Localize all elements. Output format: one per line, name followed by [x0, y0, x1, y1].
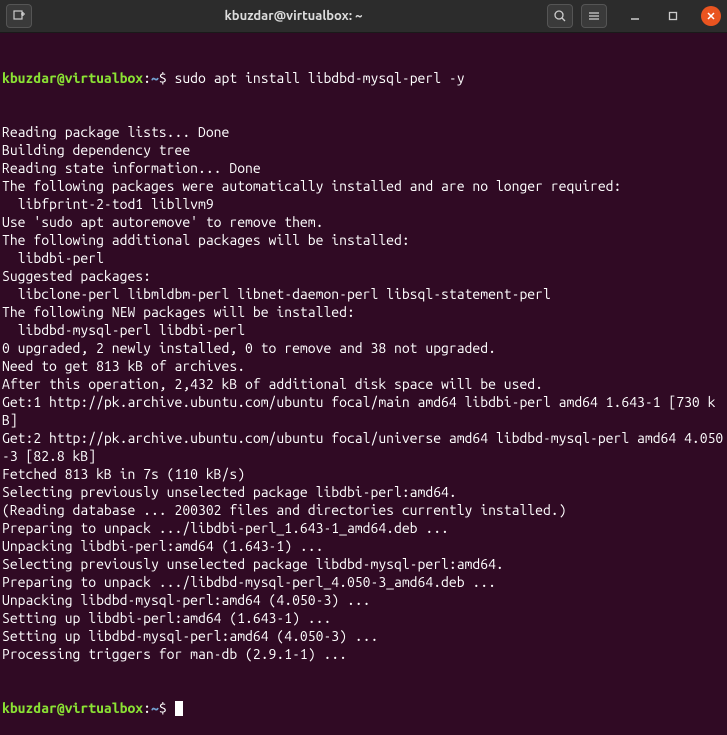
prompt-line-2: kbuzdar@virtualbox:~$	[2, 699, 725, 717]
search-icon	[553, 9, 567, 23]
new-tab-button[interactable]	[6, 4, 32, 28]
output-line: After this operation, 2,432 kB of additi…	[2, 375, 725, 393]
output-line: Get:2 http://pk.archive.ubuntu.com/ubunt…	[2, 429, 725, 465]
prompt-path: ~	[151, 700, 159, 716]
window-title: kbuzdar@virtualbox: ~	[40, 7, 547, 25]
menu-button[interactable]	[581, 4, 607, 28]
output-line: Reading package lists... Done	[2, 123, 725, 141]
close-icon	[706, 11, 716, 21]
titlebar-right	[547, 4, 721, 28]
user-host: kbuzdar@virtualbox	[2, 700, 143, 716]
close-button[interactable]	[701, 6, 721, 26]
maximize-icon	[668, 11, 678, 21]
output-line: Use 'sudo apt autoremove' to remove them…	[2, 213, 725, 231]
output-line: Preparing to unpack .../libdbd-mysql-per…	[2, 573, 725, 591]
search-button[interactable]	[547, 4, 573, 28]
minimize-icon	[630, 11, 640, 21]
output-container: Reading package lists... DoneBuilding de…	[2, 123, 725, 663]
output-line: The following packages were automaticall…	[2, 177, 725, 195]
output-line: Selecting previously unselected package …	[2, 483, 725, 501]
maximize-button[interactable]	[663, 6, 683, 26]
command-text: sudo apt install libdbd-mysql-perl -y	[175, 70, 465, 86]
output-line: Building dependency tree	[2, 141, 725, 159]
output-line: libclone-perl libmldbm-perl libnet-daemo…	[2, 285, 725, 303]
hamburger-icon	[587, 9, 601, 23]
prompt-line: kbuzdar@virtualbox:~$ sudo apt install l…	[2, 69, 725, 87]
output-line: libdbi-perl	[2, 249, 725, 267]
output-line: Processing triggers for man-db (2.9.1-1)…	[2, 645, 725, 663]
cursor	[175, 701, 183, 716]
output-line: Suggested packages:	[2, 267, 725, 285]
output-line: 0 upgraded, 2 newly installed, 0 to remo…	[2, 339, 725, 357]
output-line: Need to get 813 kB of archives.	[2, 357, 725, 375]
output-line: Get:1 http://pk.archive.ubuntu.com/ubunt…	[2, 393, 725, 429]
prompt-path: ~	[151, 70, 159, 86]
prompt-symbol: $	[159, 700, 167, 716]
terminal-area[interactable]: kbuzdar@virtualbox:~$ sudo apt install l…	[0, 33, 727, 735]
new-tab-icon	[12, 9, 26, 23]
prompt-symbol: $	[159, 70, 167, 86]
output-line: Setting up libdbi-perl:amd64 (1.643-1) .…	[2, 609, 725, 627]
output-line: The following NEW packages will be insta…	[2, 303, 725, 321]
output-line: Unpacking libdbi-perl:amd64 (1.643-1) ..…	[2, 537, 725, 555]
output-line: Reading state information... Done	[2, 159, 725, 177]
output-line: libdbd-mysql-perl libdbi-perl	[2, 321, 725, 339]
output-line: Preparing to unpack .../libdbi-perl_1.64…	[2, 519, 725, 537]
titlebar: kbuzdar@virtualbox: ~	[0, 0, 727, 33]
output-line: Unpacking libdbd-mysql-perl:amd64 (4.050…	[2, 591, 725, 609]
output-line: libfprint-2-tod1 libllvm9	[2, 195, 725, 213]
output-line: The following additional packages will b…	[2, 231, 725, 249]
minimize-button[interactable]	[625, 6, 645, 26]
output-line: (Reading database ... 200302 files and d…	[2, 501, 725, 519]
user-host: kbuzdar@virtualbox	[2, 70, 143, 86]
output-line: Fetched 813 kB in 7s (110 kB/s)	[2, 465, 725, 483]
output-line: Selecting previously unselected package …	[2, 555, 725, 573]
output-line: Setting up libdbd-mysql-perl:amd64 (4.05…	[2, 627, 725, 645]
